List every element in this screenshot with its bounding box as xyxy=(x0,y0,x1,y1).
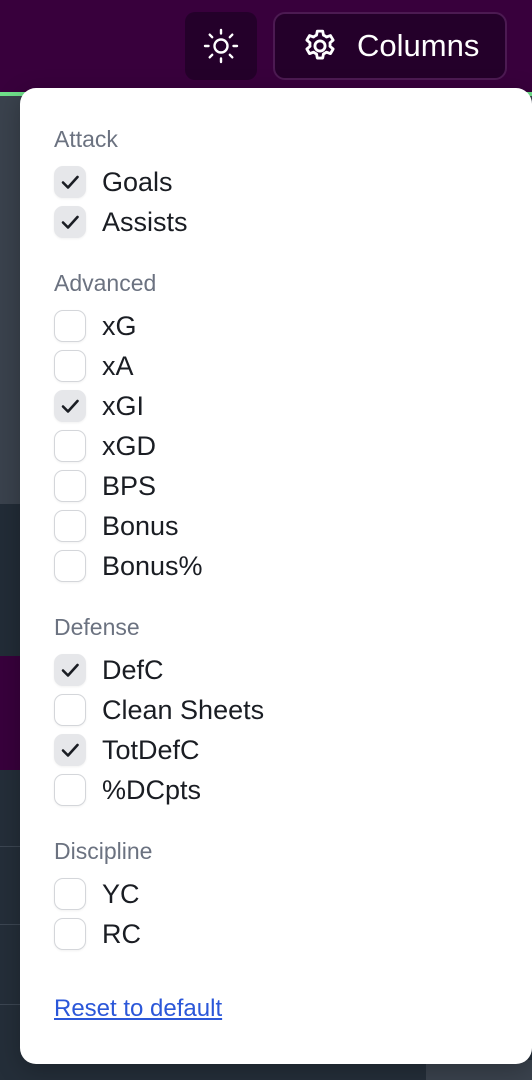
checkbox[interactable] xyxy=(54,350,86,382)
option-defc[interactable]: DefC xyxy=(54,652,164,688)
checkbox[interactable] xyxy=(54,774,86,806)
option-label: Clean Sheets xyxy=(102,694,265,725)
option-label: %DCpts xyxy=(102,774,202,805)
checkbox[interactable] xyxy=(54,510,86,542)
option-xgd[interactable]: xGD xyxy=(54,428,156,464)
option-label: Assists xyxy=(102,206,188,237)
option-label: xA xyxy=(102,350,134,381)
checkbox[interactable] xyxy=(54,734,86,766)
option-totdefc[interactable]: TotDefC xyxy=(54,732,200,768)
check-icon xyxy=(61,663,79,677)
checkbox[interactable] xyxy=(54,470,86,502)
option-goals[interactable]: Goals xyxy=(54,164,173,200)
group-title-attack: Attack xyxy=(54,126,118,152)
checkbox[interactable] xyxy=(54,166,86,198)
checkbox[interactable] xyxy=(54,550,86,582)
theme-toggle-button[interactable] xyxy=(185,12,257,80)
group-title-advanced: Advanced xyxy=(54,270,157,296)
check-icon xyxy=(61,743,79,757)
checkbox[interactable] xyxy=(54,878,86,910)
checkbox[interactable] xyxy=(54,430,86,462)
option-label: xGI xyxy=(102,390,145,421)
option-label: Bonus xyxy=(102,510,179,541)
option-assists[interactable]: Assists xyxy=(54,204,188,240)
option-xa[interactable]: xA xyxy=(54,348,134,384)
group-title-discipline: Discipline xyxy=(54,838,153,864)
checkbox[interactable] xyxy=(54,390,86,422)
check-icon xyxy=(61,215,79,229)
option-xgi[interactable]: xGI xyxy=(54,388,144,424)
columns-button-label: Columns xyxy=(357,28,480,63)
option-label: DefC xyxy=(102,654,164,685)
option-label: xGD xyxy=(102,430,156,461)
option-label: xG xyxy=(102,310,137,341)
checkbox[interactable] xyxy=(54,654,86,686)
option-bonus[interactable]: Bonus xyxy=(54,508,179,544)
option-label: TotDefC xyxy=(102,734,200,765)
option-dc-points-percent[interactable]: %DCpts xyxy=(54,772,201,808)
checkbox[interactable] xyxy=(54,918,86,950)
option-clean-sheets[interactable]: Clean Sheets xyxy=(54,692,264,728)
reset-to-default-link[interactable]: Reset to default xyxy=(54,995,222,1023)
checkbox[interactable] xyxy=(54,206,86,238)
option-bps[interactable]: BPS xyxy=(54,468,156,504)
option-label: Goals xyxy=(102,166,173,197)
group-title-defense: Defense xyxy=(54,614,140,640)
option-yc[interactable]: YC xyxy=(54,876,140,912)
check-icon xyxy=(61,399,79,413)
columns-button[interactable]: Columns xyxy=(273,12,507,80)
columns-dropdown-menu: Attack Goals Assists Advanced xG xA xGI … xyxy=(20,88,532,1064)
option-label: YC xyxy=(102,878,140,909)
checkbox[interactable] xyxy=(54,694,86,726)
checkbox[interactable] xyxy=(54,310,86,342)
option-bonus-percent[interactable]: Bonus% xyxy=(54,548,203,584)
option-label: BPS xyxy=(102,470,157,501)
option-xg[interactable]: xG xyxy=(54,308,137,344)
option-rc[interactable]: RC xyxy=(54,916,141,952)
option-label: RC xyxy=(102,918,141,949)
sun-icon xyxy=(202,27,240,65)
check-icon xyxy=(61,175,79,189)
option-label: Bonus% xyxy=(102,550,203,581)
gear-icon xyxy=(301,27,339,65)
